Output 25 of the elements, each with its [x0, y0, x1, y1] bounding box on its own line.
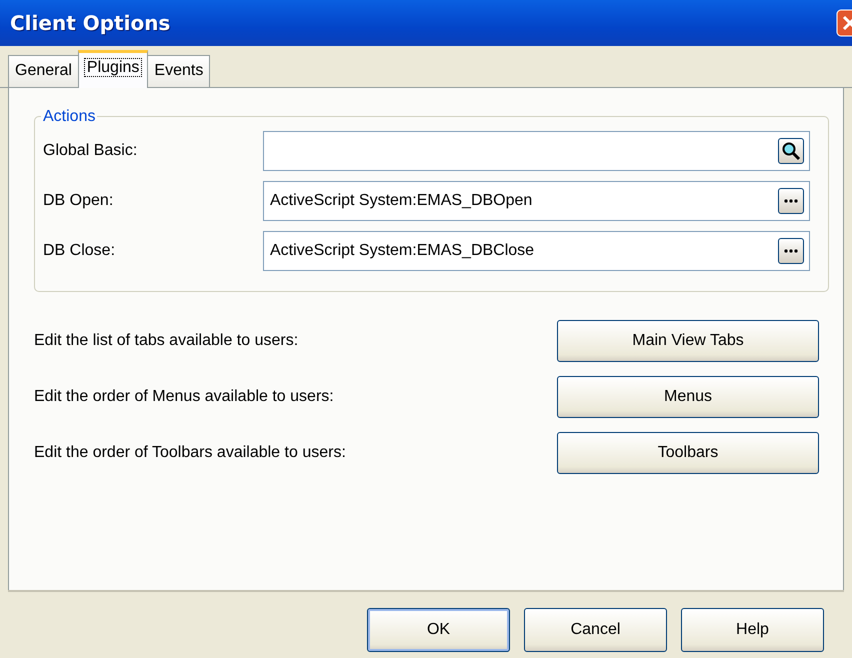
dialog-button[interactable]: Cancel — [524, 608, 667, 652]
search-icon — [781, 141, 801, 161]
text-field[interactable] — [263, 131, 810, 171]
text-field[interactable]: ActiveScript System:EMAS_DBClose — [263, 231, 810, 271]
tab[interactable]: Plugins — [78, 50, 148, 88]
instruction-text: Edit the order of Menus available to users: — [34, 387, 334, 407]
field-label: DB Open: — [43, 191, 114, 211]
search-button[interactable] — [778, 138, 804, 164]
tab[interactable]: General — [8, 55, 79, 87]
dialog-button[interactable]: Help — [681, 608, 824, 652]
action-button[interactable]: Menus — [557, 376, 819, 418]
action-button[interactable]: Main View Tabs — [557, 320, 819, 362]
ellipsis-icon — [783, 248, 799, 254]
text-field[interactable]: ActiveScript System:EMAS_DBOpen — [263, 181, 810, 221]
instruction-text: Edit the list of tabs available to users: — [34, 331, 298, 351]
tab[interactable]: Events — [147, 55, 210, 87]
ok-button[interactable]: OK — [367, 608, 510, 652]
browse-button[interactable] — [778, 188, 804, 214]
window-title: Client Options — [10, 10, 170, 37]
instruction-text: Edit the order of Toolbars available to users: — [34, 443, 346, 463]
action-button[interactable]: Toolbars — [557, 432, 819, 474]
field-label: Global Basic: — [43, 141, 138, 161]
ellipsis-icon — [783, 198, 799, 204]
browse-button[interactable] — [778, 238, 804, 264]
field-label: DB Close: — [43, 241, 116, 261]
